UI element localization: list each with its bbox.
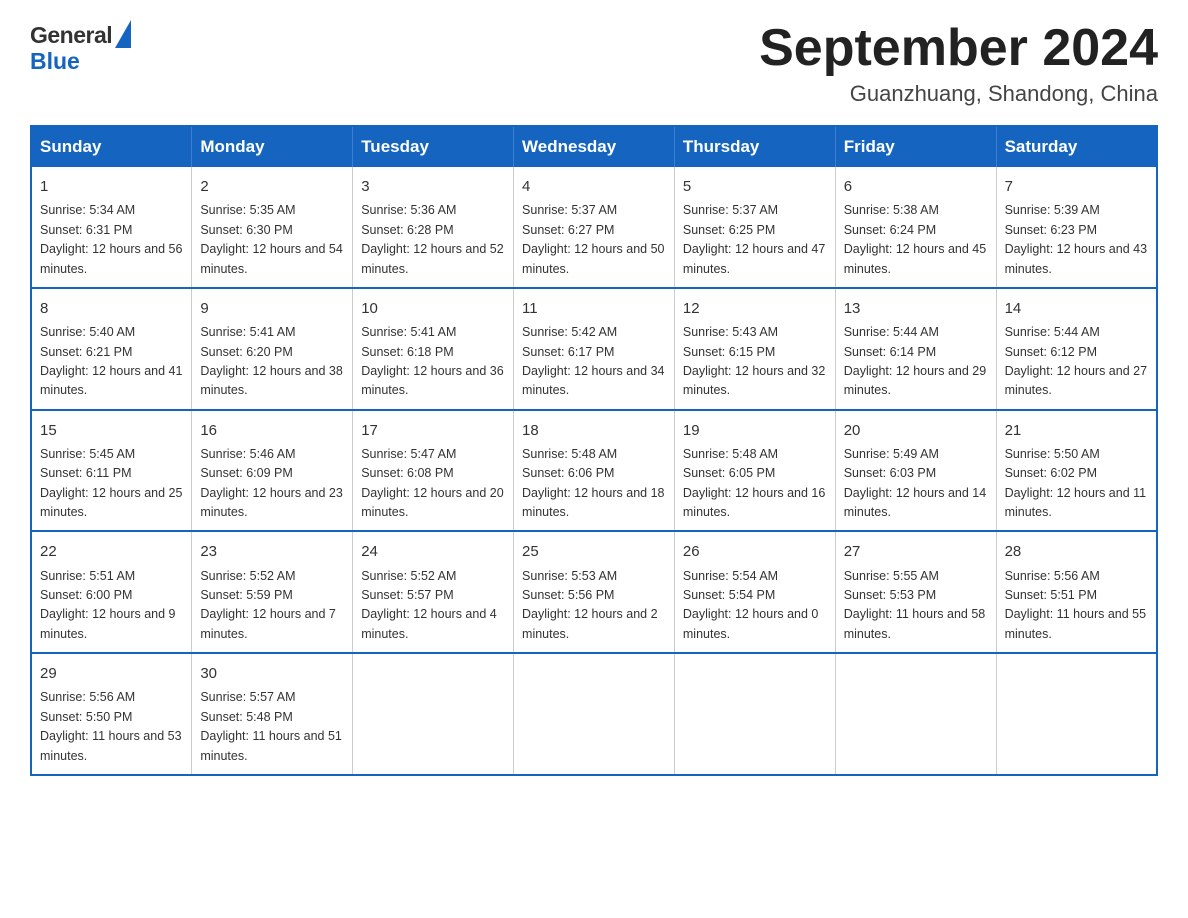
weekday-header-monday: Monday (192, 126, 353, 167)
day-number: 12 (683, 297, 827, 320)
calendar-cell (835, 653, 996, 775)
day-number: 26 (683, 540, 827, 563)
calendar-cell (353, 653, 514, 775)
calendar-cell: 7Sunrise: 5:39 AMSunset: 6:23 PMDaylight… (996, 167, 1157, 288)
calendar-cell: 11Sunrise: 5:42 AMSunset: 6:17 PMDayligh… (514, 288, 675, 410)
day-number: 15 (40, 419, 183, 442)
day-number: 24 (361, 540, 505, 563)
day-number: 8 (40, 297, 183, 320)
day-number: 17 (361, 419, 505, 442)
calendar-cell (514, 653, 675, 775)
day-number: 4 (522, 175, 666, 198)
day-number: 5 (683, 175, 827, 198)
calendar-cell: 15Sunrise: 5:45 AMSunset: 6:11 PMDayligh… (31, 410, 192, 532)
calendar-cell: 3Sunrise: 5:36 AMSunset: 6:28 PMDaylight… (353, 167, 514, 288)
day-number: 28 (1005, 540, 1148, 563)
calendar-week-row: 22Sunrise: 5:51 AMSunset: 6:00 PMDayligh… (31, 531, 1157, 653)
header: General Blue September 2024 Guanzhuang, … (30, 20, 1158, 107)
calendar-header-row: SundayMondayTuesdayWednesdayThursdayFrid… (31, 126, 1157, 167)
calendar-cell (674, 653, 835, 775)
day-number: 13 (844, 297, 988, 320)
calendar-cell: 20Sunrise: 5:49 AMSunset: 6:03 PMDayligh… (835, 410, 996, 532)
day-number: 27 (844, 540, 988, 563)
calendar-cell: 13Sunrise: 5:44 AMSunset: 6:14 PMDayligh… (835, 288, 996, 410)
calendar-cell: 12Sunrise: 5:43 AMSunset: 6:15 PMDayligh… (674, 288, 835, 410)
calendar-table: SundayMondayTuesdayWednesdayThursdayFrid… (30, 125, 1158, 776)
calendar-cell: 22Sunrise: 5:51 AMSunset: 6:00 PMDayligh… (31, 531, 192, 653)
weekday-header-wednesday: Wednesday (514, 126, 675, 167)
day-number: 19 (683, 419, 827, 442)
location-title: Guanzhuang, Shandong, China (759, 81, 1158, 107)
calendar-cell: 21Sunrise: 5:50 AMSunset: 6:02 PMDayligh… (996, 410, 1157, 532)
calendar-cell: 9Sunrise: 5:41 AMSunset: 6:20 PMDaylight… (192, 288, 353, 410)
calendar-week-row: 1Sunrise: 5:34 AMSunset: 6:31 PMDaylight… (31, 167, 1157, 288)
calendar-cell: 27Sunrise: 5:55 AMSunset: 5:53 PMDayligh… (835, 531, 996, 653)
calendar-cell: 2Sunrise: 5:35 AMSunset: 6:30 PMDaylight… (192, 167, 353, 288)
day-number: 2 (200, 175, 344, 198)
calendar-cell: 8Sunrise: 5:40 AMSunset: 6:21 PMDaylight… (31, 288, 192, 410)
weekday-header-thursday: Thursday (674, 126, 835, 167)
day-number: 23 (200, 540, 344, 563)
calendar-cell: 19Sunrise: 5:48 AMSunset: 6:05 PMDayligh… (674, 410, 835, 532)
day-number: 1 (40, 175, 183, 198)
logo: General Blue (30, 20, 131, 75)
calendar-cell: 23Sunrise: 5:52 AMSunset: 5:59 PMDayligh… (192, 531, 353, 653)
weekday-header-sunday: Sunday (31, 126, 192, 167)
day-number: 30 (200, 662, 344, 685)
calendar-cell: 30Sunrise: 5:57 AMSunset: 5:48 PMDayligh… (192, 653, 353, 775)
calendar-cell: 29Sunrise: 5:56 AMSunset: 5:50 PMDayligh… (31, 653, 192, 775)
calendar-cell: 16Sunrise: 5:46 AMSunset: 6:09 PMDayligh… (192, 410, 353, 532)
day-number: 10 (361, 297, 505, 320)
day-number: 18 (522, 419, 666, 442)
day-number: 6 (844, 175, 988, 198)
weekday-header-friday: Friday (835, 126, 996, 167)
page-wrapper: General Blue September 2024 Guanzhuang, … (0, 0, 1188, 796)
logo-blue-text: Blue (30, 48, 80, 75)
logo-general-text: General (30, 22, 112, 49)
day-number: 3 (361, 175, 505, 198)
calendar-cell (996, 653, 1157, 775)
day-number: 29 (40, 662, 183, 685)
calendar-week-row: 8Sunrise: 5:40 AMSunset: 6:21 PMDaylight… (31, 288, 1157, 410)
calendar-cell: 4Sunrise: 5:37 AMSunset: 6:27 PMDaylight… (514, 167, 675, 288)
calendar-cell: 1Sunrise: 5:34 AMSunset: 6:31 PMDaylight… (31, 167, 192, 288)
day-number: 11 (522, 297, 666, 320)
day-number: 14 (1005, 297, 1148, 320)
calendar-cell: 5Sunrise: 5:37 AMSunset: 6:25 PMDaylight… (674, 167, 835, 288)
month-title: September 2024 (759, 20, 1158, 77)
day-number: 22 (40, 540, 183, 563)
title-block: September 2024 Guanzhuang, Shandong, Chi… (759, 20, 1158, 107)
calendar-cell: 25Sunrise: 5:53 AMSunset: 5:56 PMDayligh… (514, 531, 675, 653)
calendar-cell: 18Sunrise: 5:48 AMSunset: 6:06 PMDayligh… (514, 410, 675, 532)
day-number: 7 (1005, 175, 1148, 198)
calendar-cell: 24Sunrise: 5:52 AMSunset: 5:57 PMDayligh… (353, 531, 514, 653)
calendar-cell: 17Sunrise: 5:47 AMSunset: 6:08 PMDayligh… (353, 410, 514, 532)
day-number: 21 (1005, 419, 1148, 442)
day-number: 16 (200, 419, 344, 442)
weekday-header-tuesday: Tuesday (353, 126, 514, 167)
calendar-week-row: 15Sunrise: 5:45 AMSunset: 6:11 PMDayligh… (31, 410, 1157, 532)
calendar-cell: 14Sunrise: 5:44 AMSunset: 6:12 PMDayligh… (996, 288, 1157, 410)
day-number: 9 (200, 297, 344, 320)
day-number: 20 (844, 419, 988, 442)
calendar-cell: 10Sunrise: 5:41 AMSunset: 6:18 PMDayligh… (353, 288, 514, 410)
day-number: 25 (522, 540, 666, 563)
calendar-cell: 28Sunrise: 5:56 AMSunset: 5:51 PMDayligh… (996, 531, 1157, 653)
logo-triangle-icon (115, 20, 131, 48)
weekday-header-saturday: Saturday (996, 126, 1157, 167)
calendar-cell: 6Sunrise: 5:38 AMSunset: 6:24 PMDaylight… (835, 167, 996, 288)
calendar-week-row: 29Sunrise: 5:56 AMSunset: 5:50 PMDayligh… (31, 653, 1157, 775)
calendar-cell: 26Sunrise: 5:54 AMSunset: 5:54 PMDayligh… (674, 531, 835, 653)
